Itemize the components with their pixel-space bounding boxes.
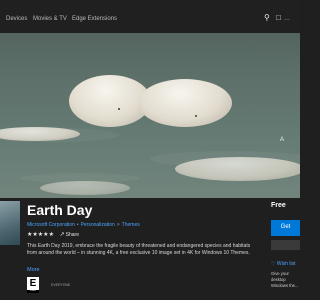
- beluga-right: [138, 79, 232, 127]
- account-menu[interactable]: …: [284, 16, 290, 22]
- esrb-rating-badge: E ESRB: [27, 277, 39, 293]
- nav-link-devices[interactable]: Devices: [6, 16, 27, 22]
- product-title: Earth Day: [27, 202, 93, 218]
- star-icon: ★: [48, 232, 54, 238]
- publisher-link[interactable]: Microsoft Corporation: [27, 222, 75, 228]
- share-button[interactable]: Share: [66, 232, 79, 238]
- get-button-label: Get: [280, 224, 291, 230]
- more-link[interactable]: More: [27, 267, 40, 273]
- wish-list-button[interactable]: ♡ Wish list: [271, 261, 295, 267]
- beluga-right-eye: [195, 115, 197, 117]
- category-link-themes[interactable]: Themes: [122, 222, 140, 228]
- hero-image: A: [0, 33, 300, 198]
- esrb-letter: E: [29, 278, 37, 289]
- product-info: Earth Day Microsoft Corporation • Personal…: [0, 198, 300, 300]
- top-nav: Devices Movies & TV Edge Extensions ⚲ □ …: [0, 0, 300, 33]
- beluga-submerged-bottom: [40, 181, 130, 195]
- separator: >: [116, 222, 120, 228]
- esrb-label: ESRB: [27, 290, 39, 293]
- rating-label: EVERYONE: [51, 283, 71, 287]
- more-options-button[interactable]: [271, 240, 300, 250]
- rating-row: ★★★★★ ↗Share: [27, 231, 79, 238]
- nav-link-movies-tv[interactable]: Movies & TV: [33, 16, 67, 22]
- price-label: Free: [271, 202, 286, 209]
- side-description: Give your desktop Windows the...: [271, 271, 299, 288]
- share-icon[interactable]: ↗: [60, 232, 65, 238]
- publisher-row: Microsoft Corporation • Personalization > Th…: [27, 222, 140, 228]
- search-icon[interactable]: ⚲: [264, 13, 270, 22]
- product-description: This Earth Day 2019, embrace the fragile…: [27, 243, 251, 256]
- category-link-personalization[interactable]: Personalization: [81, 222, 115, 228]
- cart-icon[interactable]: □: [276, 13, 281, 22]
- beluga-left-eye: [118, 108, 120, 110]
- get-button[interactable]: Get: [271, 220, 300, 236]
- hero-caption: A: [280, 137, 285, 143]
- product-thumbnail: [0, 201, 20, 245]
- beluga-submerged-right: [175, 157, 300, 181]
- nav-link-edge-extensions[interactable]: Edge Extensions: [72, 16, 117, 22]
